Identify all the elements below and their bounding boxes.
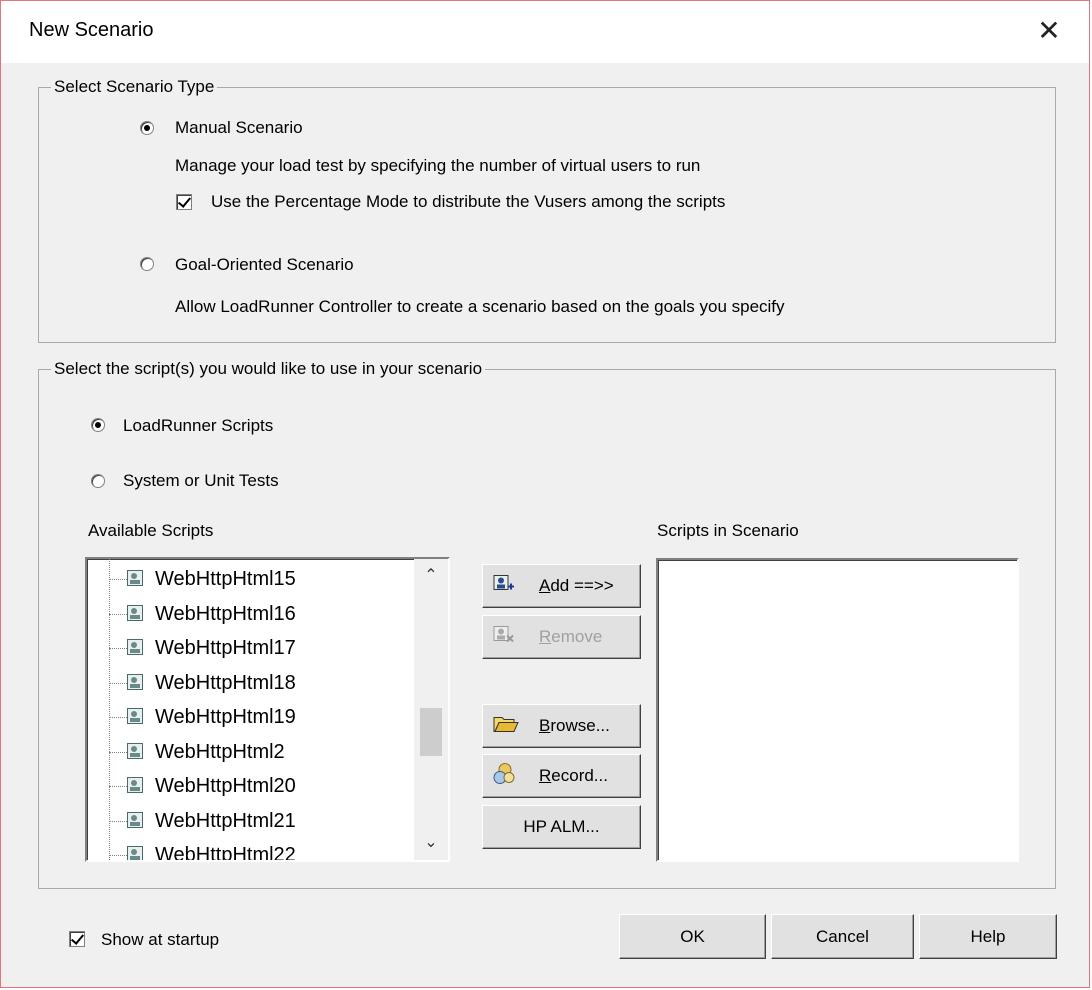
add-button-label: dd ==>> [550, 576, 614, 595]
new-scenario-dialog: New Scenario ✕ Select Scenario Type Manu… [0, 0, 1090, 988]
open-folder-icon [493, 714, 519, 739]
scripts-group-label: Select the script(s) you would like to u… [51, 358, 486, 380]
record-button-label: ecord... [551, 766, 608, 785]
percentage-mode-checkbox[interactable] [176, 194, 192, 210]
loadrunner-scripts-radio[interactable] [91, 418, 105, 432]
tree-connector [109, 613, 127, 615]
remove-script-icon [493, 625, 515, 650]
browse-button-label: rowse... [550, 716, 610, 735]
hp-alm-button-label: HP ALM... [523, 817, 600, 836]
script-icon [127, 811, 143, 828]
script-icon [127, 639, 143, 655]
scripts-in-scenario-list[interactable] [656, 558, 1019, 862]
system-unit-tests-radio[interactable] [91, 474, 105, 488]
tree-connector-line [109, 559, 110, 860]
script-icon [127, 846, 143, 860]
available-scripts-list[interactable]: WebHttpHtml15 WebHttpHtml16 WebHttpHtml17 W… [85, 557, 450, 862]
ok-button[interactable]: OK [619, 914, 766, 959]
tree-connector [109, 717, 127, 718]
ok-button-label: OK [680, 926, 705, 946]
tree-connector [109, 786, 127, 787]
manual-scenario-description: Manage your load test by specifying the … [175, 156, 701, 175]
record-accelerator: R [539, 766, 552, 785]
scripts-in-scenario-label: Scripts in Scenario [657, 521, 799, 540]
remove-accelerator: R [539, 627, 552, 646]
scroll-up-arrow-icon[interactable]: ⌃ [414, 561, 448, 591]
close-icon: ✕ [1037, 15, 1061, 46]
scroll-down-arrow-icon[interactable]: ⌄ [414, 828, 448, 858]
script-name: WebHttpHtml20 [155, 775, 296, 797]
remove-button[interactable]: Remove [482, 615, 641, 659]
add-script-icon [493, 574, 515, 599]
cancel-button-label: Cancel [816, 926, 869, 946]
tree-connector [109, 682, 127, 684]
script-name: WebHttpHtml22 [155, 844, 296, 862]
scrollbar-thumb[interactable] [420, 707, 442, 756]
show-at-startup-label[interactable]: Show at startup [101, 929, 219, 951]
script-icon [127, 742, 143, 759]
system-unit-tests-label[interactable]: System or Unit Tests [123, 470, 279, 492]
script-name: WebHttpHtml2 [155, 740, 285, 763]
goal-oriented-scenario-label[interactable]: Goal-Oriented Scenario [175, 254, 354, 276]
loadrunner-scripts-label[interactable]: LoadRunner Scripts [123, 415, 273, 437]
add-button[interactable]: Add ==>> [482, 564, 641, 608]
script-name: WebHttpHtml18 [155, 671, 296, 694]
script-name: WebHttpHtml15 [155, 568, 296, 590]
manual-scenario-label[interactable]: Manual Scenario [175, 117, 303, 139]
script-icon [127, 570, 143, 586]
tree-connector [109, 751, 127, 753]
script-icon [127, 708, 143, 724]
hp-alm-button[interactable]: HP ALM... [482, 805, 641, 849]
script-name: WebHttpHtml17 [155, 637, 296, 659]
goal-oriented-scenario-radio[interactable] [140, 257, 154, 271]
tree-connector [109, 579, 127, 580]
remove-button-label: emove [551, 627, 603, 646]
script-name: WebHttpHtml16 [155, 602, 296, 625]
close-button[interactable]: ✕ [1029, 11, 1069, 51]
show-at-startup-checkbox[interactable] [69, 931, 85, 947]
goal-oriented-scenario-description: Allow LoadRunner Controller to create a … [175, 297, 785, 316]
record-icon [493, 763, 517, 790]
tree-connector [109, 855, 127, 856]
available-scripts-label: Available Scripts [88, 521, 214, 540]
script-name: WebHttpHtml21 [155, 809, 296, 832]
script-icon [127, 673, 143, 690]
record-button[interactable]: Record... [482, 754, 641, 798]
percentage-mode-label[interactable]: Use the Percentage Mode to distribute th… [211, 191, 725, 213]
add-accelerator: A [539, 576, 551, 595]
title-bar: New Scenario ✕ [1, 1, 1089, 63]
dialog-title: New Scenario [29, 19, 154, 41]
browse-accelerator: B [539, 716, 551, 735]
script-icon [127, 604, 143, 621]
tree-connector [109, 820, 127, 822]
vertical-scrollbar[interactable]: ⌃ ⌄ [414, 559, 448, 860]
tree-connector [109, 648, 127, 649]
help-button[interactable]: Help [919, 914, 1057, 959]
script-name: WebHttpHtml19 [155, 706, 296, 728]
cancel-button[interactable]: Cancel [771, 914, 914, 959]
scenario-type-group-label: Select Scenario Type [51, 76, 218, 98]
help-button-label: Help [970, 926, 1006, 946]
browse-button[interactable]: Browse... [482, 704, 641, 748]
script-icon [127, 777, 143, 793]
manual-scenario-radio[interactable] [140, 121, 154, 135]
